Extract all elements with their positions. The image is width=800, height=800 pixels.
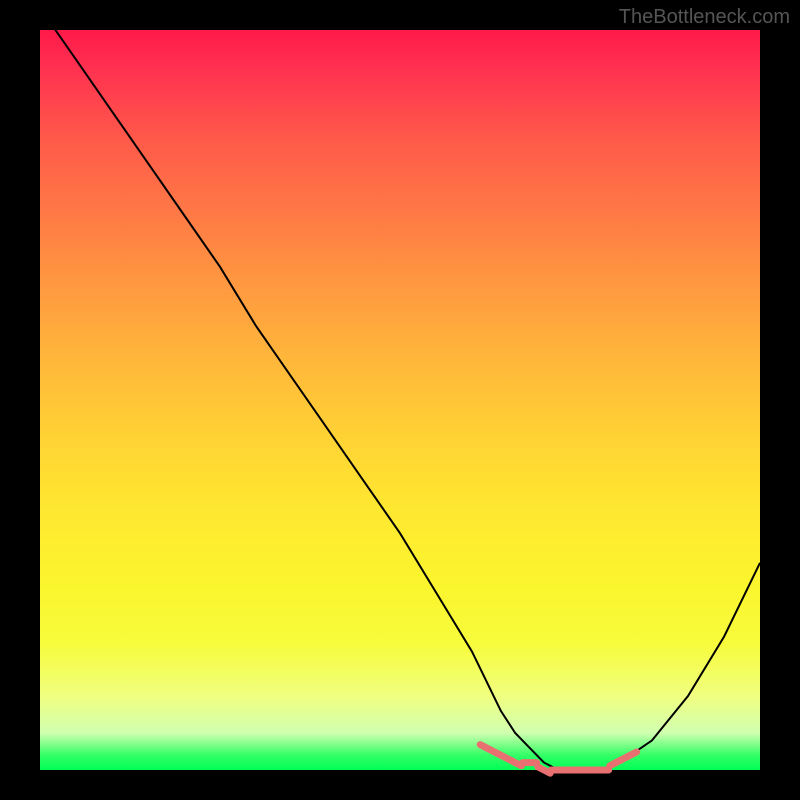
marker-segment <box>480 745 492 751</box>
plot-area <box>40 30 760 770</box>
marker-segment <box>624 752 636 758</box>
chart-svg <box>40 30 760 770</box>
watermark-text: TheBottleneck.com <box>619 6 790 29</box>
highlight-markers <box>480 745 636 774</box>
marker-segment <box>610 759 622 765</box>
marker-segment <box>495 752 507 758</box>
bottleneck-curve <box>40 8 760 770</box>
chart-container: TheBottleneck.com <box>0 0 800 800</box>
